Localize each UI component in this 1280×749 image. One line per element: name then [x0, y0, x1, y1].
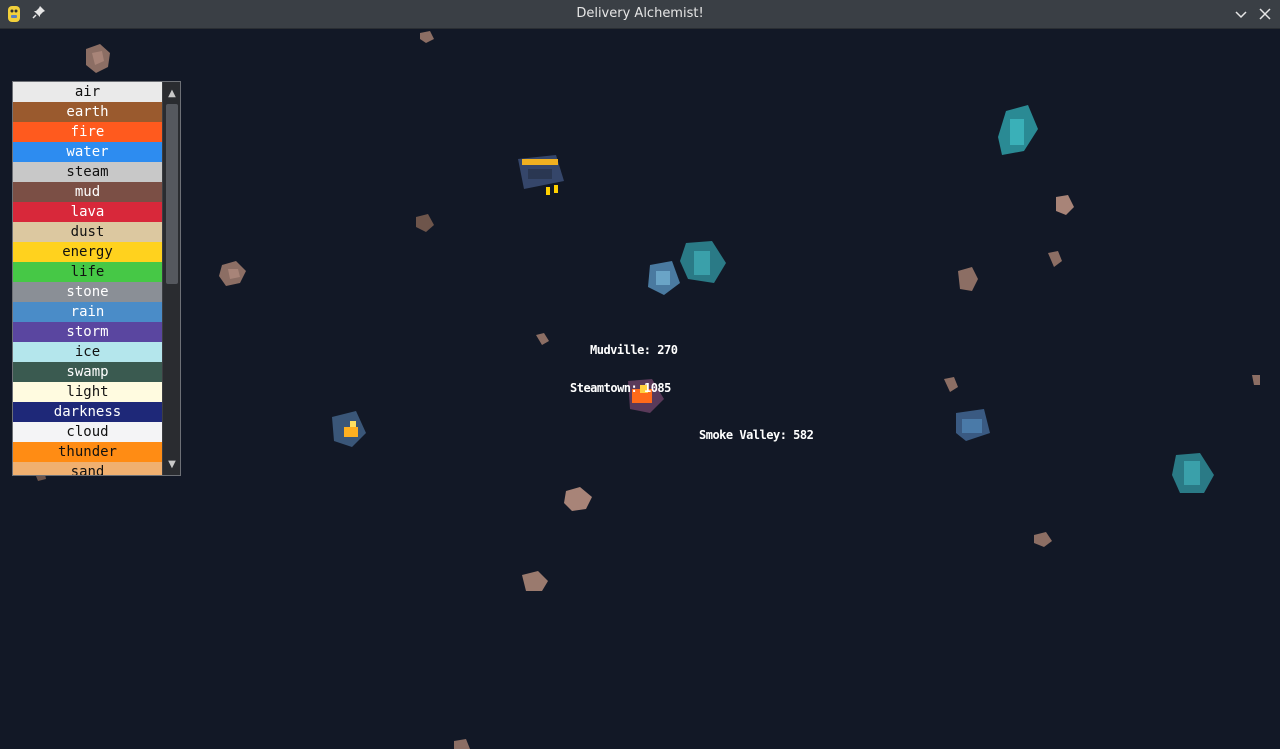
ship: [956, 409, 990, 441]
city-label-steamtown: Steamtown: 1085: [570, 381, 671, 395]
element-items: air earth fire water steam mud lava dust energy l…: [13, 82, 162, 475]
element-item-energy[interactable]: energy: [13, 242, 162, 262]
close-icon: [1259, 8, 1271, 20]
element-item-lava[interactable]: lava: [13, 202, 162, 222]
element-item-life[interactable]: life: [13, 262, 162, 282]
ship: [1172, 453, 1214, 493]
element-item-sand[interactable]: sand: [13, 462, 162, 475]
element-item-light[interactable]: light: [13, 382, 162, 402]
window-title: Delivery Alchemist!: [576, 6, 704, 21]
element-item-stone[interactable]: stone: [13, 282, 162, 302]
scrollbar-thumb[interactable]: [166, 104, 178, 284]
asteroid: [219, 261, 246, 286]
element-item-cloud[interactable]: cloud: [13, 422, 162, 442]
element-item-earth[interactable]: earth: [13, 102, 162, 122]
ship: [332, 411, 366, 447]
game-canvas[interactable]: Mudville: 270 Steamtown: 1085 Smoke Vall…: [0, 29, 1280, 749]
chevron-down-icon: [1235, 11, 1247, 19]
asteroid: [420, 31, 434, 43]
element-item-mud[interactable]: mud: [13, 182, 162, 202]
asteroid: [564, 487, 592, 511]
scrollbar[interactable]: ▲ ▼: [162, 82, 180, 475]
asteroid: [1048, 251, 1062, 267]
element-item-fire[interactable]: fire: [13, 122, 162, 142]
asteroid: [958, 267, 978, 291]
asteroid: [86, 44, 110, 73]
title-bar: Delivery Alchemist!: [0, 0, 1280, 29]
scroll-up-button[interactable]: ▲: [163, 84, 180, 104]
asteroid: [522, 571, 548, 591]
asteroid: [1056, 195, 1074, 215]
element-item-storm[interactable]: storm: [13, 322, 162, 342]
city-label-smoke-valley: Smoke Valley: 582: [699, 428, 814, 442]
asteroid: [416, 214, 434, 232]
ship: [680, 241, 726, 283]
element-item-ice[interactable]: ice: [13, 342, 162, 362]
asteroid: [536, 333, 549, 345]
element-item-dust[interactable]: dust: [13, 222, 162, 242]
close-button[interactable]: [1256, 5, 1274, 23]
element-item-water[interactable]: water: [13, 142, 162, 162]
element-item-swamp[interactable]: swamp: [13, 362, 162, 382]
element-item-steam[interactable]: steam: [13, 162, 162, 182]
element-item-thunder[interactable]: thunder: [13, 442, 162, 462]
element-item-rain[interactable]: rain: [13, 302, 162, 322]
minimize-button[interactable]: [1232, 5, 1250, 23]
asteroid: [454, 739, 470, 749]
element-list[interactable]: air earth fire water steam mud lava dust energy l…: [12, 81, 181, 476]
city-label-mudville: Mudville: 270: [590, 343, 678, 357]
element-item-darkness[interactable]: darkness: [13, 402, 162, 422]
scroll-down-button[interactable]: ▼: [163, 455, 180, 475]
ship: [518, 155, 564, 195]
asteroid: [1252, 375, 1260, 385]
asteroid: [1034, 532, 1052, 547]
ship: [648, 261, 680, 295]
asteroid: [944, 377, 958, 392]
ship: [998, 105, 1038, 155]
element-item-air[interactable]: air: [13, 82, 162, 102]
